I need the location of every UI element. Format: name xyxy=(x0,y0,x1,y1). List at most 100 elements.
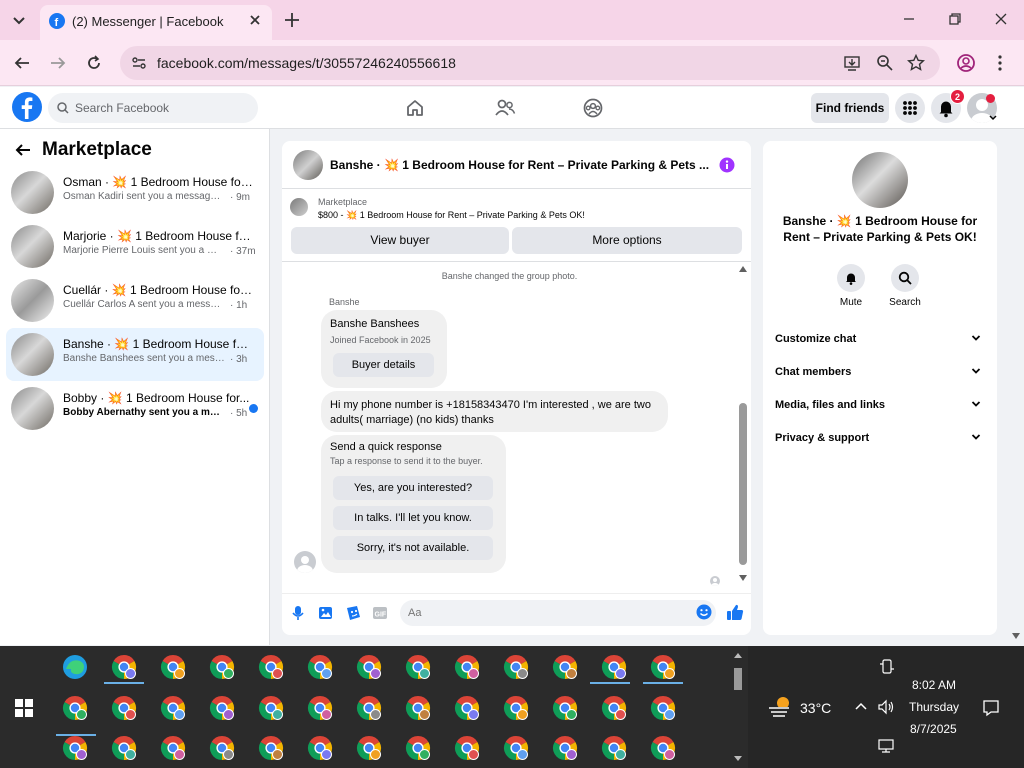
microphone-icon[interactable] xyxy=(292,605,304,621)
chrome-browser-icon[interactable] xyxy=(601,735,627,761)
back-icon[interactable] xyxy=(13,54,31,72)
new-tab-icon[interactable] xyxy=(283,11,301,29)
back-arrow-icon[interactable] xyxy=(14,142,32,158)
install-app-icon[interactable] xyxy=(843,54,861,72)
bookmark-star-icon[interactable] xyxy=(907,54,925,72)
scroll-down-icon[interactable] xyxy=(739,575,747,581)
phone-link-icon[interactable] xyxy=(879,659,895,675)
chat-scrollbar[interactable] xyxy=(737,263,749,585)
quick-response-option[interactable]: Yes, are you interested? xyxy=(333,476,493,500)
facebook-search-box[interactable]: Search Facebook xyxy=(48,93,258,123)
chrome-browser-icon[interactable] xyxy=(405,654,431,680)
chat-avatar[interactable] xyxy=(293,150,323,180)
chrome-browser-icon[interactable] xyxy=(503,735,529,761)
privacy-support-section[interactable]: Privacy & support xyxy=(769,423,991,453)
chat-members-section[interactable]: Chat members xyxy=(769,357,991,387)
sender-avatar[interactable] xyxy=(294,551,316,573)
mute-button[interactable]: Mute xyxy=(826,264,876,308)
chrome-browser-icon[interactable] xyxy=(160,695,186,721)
message-input[interactable] xyxy=(400,600,716,626)
chrome-browser-icon[interactable] xyxy=(405,695,431,721)
temperature[interactable]: 33°C xyxy=(800,700,831,716)
address-bar[interactable]: facebook.com/messages/t/3055724624055661… xyxy=(120,46,940,80)
conversation-item[interactable]: Marjorie · 💥 1 Bedroom House for... Marj… xyxy=(6,220,264,273)
chrome-browser-icon[interactable] xyxy=(111,654,137,680)
quick-response-option[interactable]: Sorry, it's not available. xyxy=(333,536,493,560)
account-chevron-icon[interactable] xyxy=(988,114,998,122)
browser-menu-icon[interactable] xyxy=(995,53,1005,73)
search-conversation-button[interactable]: Search xyxy=(880,264,930,308)
chrome-browser-icon[interactable] xyxy=(258,735,284,761)
customize-chat-section[interactable]: Customize chat xyxy=(769,324,991,354)
taskbar-scrollbar[interactable] xyxy=(732,650,744,764)
menu-grid-button[interactable] xyxy=(895,93,925,123)
chrome-browser-icon[interactable] xyxy=(111,695,137,721)
reload-icon[interactable] xyxy=(85,54,103,72)
chrome-browser-icon[interactable] xyxy=(209,695,235,721)
chrome-browser-icon[interactable] xyxy=(356,735,382,761)
chrome-browser-icon[interactable] xyxy=(209,654,235,680)
chat-title[interactable]: Banshe · 💥 1 Bedroom House for Rent – Pr… xyxy=(330,158,714,172)
volume-icon[interactable] xyxy=(877,699,895,715)
emoji-icon[interactable] xyxy=(696,604,712,620)
more-options-button[interactable]: More options xyxy=(512,227,742,254)
find-friends-button[interactable]: Find friends xyxy=(811,93,889,123)
clock-day[interactable]: Thursday xyxy=(909,700,959,714)
network-icon[interactable] xyxy=(878,739,896,753)
listing-price[interactable]: $800 - 💥 1 Bedroom House for Rent – Priv… xyxy=(318,210,585,221)
page-scroll-down-icon[interactable] xyxy=(1012,633,1020,639)
minimize-icon[interactable] xyxy=(902,12,916,26)
edge-browser-icon[interactable] xyxy=(62,654,88,680)
windows-start-icon[interactable] xyxy=(15,699,33,717)
scroll-up-icon[interactable] xyxy=(739,266,747,272)
chrome-browser-icon[interactable] xyxy=(62,695,88,721)
conversation-avatar[interactable] xyxy=(852,152,908,208)
chrome-browser-icon[interactable] xyxy=(503,654,529,680)
friends-icon[interactable] xyxy=(494,98,516,118)
chrome-browser-icon[interactable] xyxy=(552,695,578,721)
chrome-browser-icon[interactable] xyxy=(650,654,676,680)
chrome-browser-icon[interactable] xyxy=(258,695,284,721)
window-close-icon[interactable] xyxy=(994,12,1008,26)
media-files-links-section[interactable]: Media, files and links xyxy=(769,390,991,420)
conversation-item-unread[interactable]: Bobby · 💥 1 Bedroom House for... Bobby A… xyxy=(6,382,264,435)
tab-search-icon[interactable] xyxy=(8,10,30,30)
site-info-icon[interactable] xyxy=(131,55,147,71)
chrome-browser-icon[interactable] xyxy=(307,735,333,761)
tray-chevron-up-icon[interactable] xyxy=(854,701,868,711)
chrome-browser-icon[interactable] xyxy=(650,695,676,721)
clock-date[interactable]: 8/7/2025 xyxy=(910,722,957,736)
buyer-details-button[interactable]: Buyer details xyxy=(333,353,434,377)
chrome-browser-icon[interactable] xyxy=(62,735,88,761)
chrome-browser-icon[interactable] xyxy=(160,735,186,761)
chrome-browser-icon[interactable] xyxy=(454,695,480,721)
chrome-browser-icon[interactable] xyxy=(601,695,627,721)
chrome-browser-icon[interactable] xyxy=(454,654,480,680)
zoom-icon[interactable] xyxy=(876,54,894,72)
thumbs-up-icon[interactable] xyxy=(726,603,744,621)
home-icon[interactable] xyxy=(405,98,425,118)
chrome-browser-icon[interactable] xyxy=(209,735,235,761)
gif-icon[interactable]: GIF xyxy=(372,605,388,621)
conversation-info-icon[interactable] xyxy=(719,157,735,173)
view-buyer-button[interactable]: View buyer xyxy=(291,227,509,254)
groups-icon[interactable] xyxy=(583,98,603,118)
chrome-browser-icon[interactable] xyxy=(503,695,529,721)
notifications-button[interactable]: 2 xyxy=(931,89,965,123)
chrome-browser-icon[interactable] xyxy=(601,654,627,680)
chrome-browser-icon[interactable] xyxy=(405,735,431,761)
weather-icon[interactable] xyxy=(767,695,793,717)
photo-icon[interactable] xyxy=(318,605,334,621)
chrome-browser-icon[interactable] xyxy=(552,735,578,761)
chrome-browser-icon[interactable] xyxy=(650,735,676,761)
tab-close-icon[interactable] xyxy=(248,13,262,27)
quick-response-option[interactable]: In talks. I'll let you know. xyxy=(333,506,493,530)
conversation-item[interactable]: Osman · 💥 1 Bedroom House for ... Osman … xyxy=(6,166,264,219)
chrome-browser-icon[interactable] xyxy=(307,654,333,680)
chrome-browser-icon[interactable] xyxy=(307,695,333,721)
restore-icon[interactable] xyxy=(948,12,962,26)
chrome-browser-icon[interactable] xyxy=(258,654,284,680)
browser-tab[interactable]: f (2) Messenger | Facebook xyxy=(40,5,272,40)
chrome-browser-icon[interactable] xyxy=(552,654,578,680)
chrome-browser-icon[interactable] xyxy=(356,654,382,680)
